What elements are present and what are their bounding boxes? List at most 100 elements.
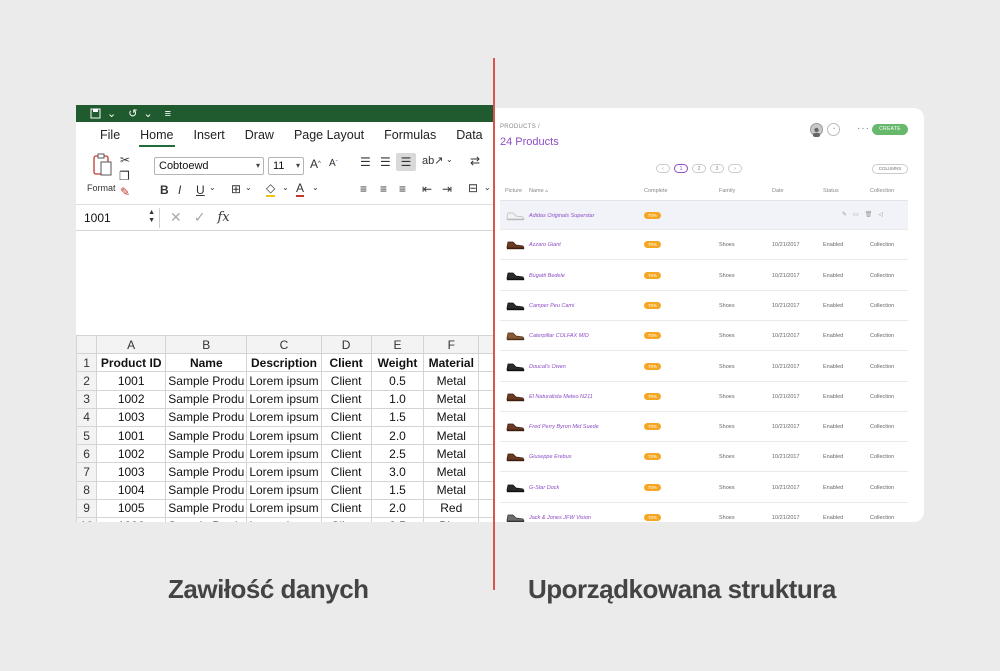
chevron-down-icon[interactable]: ⌄ [446, 155, 453, 164]
cell[interactable]: Description [246, 353, 322, 373]
table-row[interactable]: El Naturalista Meteo N211 70% Shoes 10/21/2… [500, 382, 908, 412]
folder-icon[interactable]: ▭ [853, 212, 865, 218]
format-painter-icon[interactable]: ✎ [120, 185, 130, 199]
avatar[interactable] [810, 123, 823, 137]
row-header[interactable]: 3 [76, 389, 98, 409]
font-size-select[interactable]: 11 ▾ [268, 157, 304, 175]
row-header[interactable]: 7 [76, 462, 98, 482]
cell[interactable]: Sample Produ [165, 425, 248, 446]
cancel-icon[interactable]: ✕ [170, 209, 182, 226]
cell[interactable] [478, 462, 494, 482]
column-status[interactable]: Status [823, 188, 839, 194]
column-header-d[interactable]: D [320, 334, 372, 355]
tab-data[interactable]: Data [446, 128, 492, 149]
chevron-down-icon[interactable]: ⌄ [107, 107, 116, 120]
decrease-indent-icon[interactable]: ⇤ [422, 182, 432, 196]
cell[interactable]: 1.5 [370, 407, 425, 427]
save-icon[interactable] [90, 108, 101, 119]
prev-page-icon[interactable]: ‹ [656, 164, 670, 173]
cell[interactable] [478, 516, 494, 522]
stepper-icon[interactable]: ▲ ▼ [148, 209, 155, 225]
cell[interactable]: Client [320, 407, 372, 427]
cell[interactable]: Metal [423, 407, 480, 427]
cell[interactable]: Lorem ipsum [246, 389, 322, 409]
tab-page-layout[interactable]: Page Layout [284, 128, 374, 149]
underline-icon[interactable]: U [196, 183, 205, 197]
cell[interactable]: 1005 [96, 498, 167, 518]
product-name-link[interactable]: Fred Perry Byron Mid Suede [529, 424, 599, 430]
cell[interactable]: 1.0 [370, 389, 425, 409]
more-options-icon[interactable]: ··· [857, 123, 870, 134]
cell[interactable]: Client [320, 425, 372, 446]
table-row[interactable]: Fred Perry Byron Mid Suede 70% Shoes 10/21/… [500, 412, 908, 443]
cell[interactable]: Weight [370, 353, 425, 373]
cell[interactable]: Client [320, 498, 372, 518]
cell[interactable]: Metal [423, 444, 480, 464]
row-header[interactable]: 4 [76, 407, 98, 427]
align-middle-icon[interactable]: ☰ [380, 155, 391, 169]
product-name-link[interactable]: Bugatti Bedele [529, 273, 565, 279]
cell[interactable]: 1001 [96, 371, 167, 391]
name-box[interactable]: 1001 ▲ ▼ [78, 207, 160, 228]
row-header[interactable]: 1 [76, 353, 98, 373]
product-name-link[interactable]: G-Star Dock [529, 485, 559, 491]
cell[interactable]: 2.5 [370, 516, 425, 522]
align-bottom-icon[interactable]: ☰ [396, 153, 416, 171]
cell[interactable]: Client [320, 462, 372, 482]
confirm-icon[interactable]: ✓ [194, 209, 206, 226]
cell[interactable]: Sample Produ [165, 407, 248, 427]
column-collection[interactable]: Collection [870, 188, 894, 194]
cell[interactable]: Metal [423, 425, 480, 446]
cell[interactable]: 1.5 [370, 480, 425, 500]
cell[interactable]: Client [320, 389, 372, 409]
cell[interactable]: Product ID [96, 353, 167, 373]
product-name-link[interactable]: Azzaro Giant [529, 242, 561, 248]
cell[interactable]: Lorem ipsum [246, 462, 322, 482]
cell[interactable]: Sample Produ [165, 516, 248, 522]
cell[interactable]: Lorem ipsum [246, 444, 322, 464]
cell[interactable] [478, 444, 494, 464]
edit-icon[interactable]: ✎ [842, 212, 853, 218]
cell[interactable]: Material [423, 353, 480, 373]
cell[interactable] [478, 425, 494, 446]
column-header-b[interactable]: B [165, 334, 248, 355]
font-name-select[interactable]: Cobtoewd ▾ [154, 157, 264, 175]
bold-icon[interactable]: B [160, 183, 169, 197]
cell[interactable]: Lorem ipsum [246, 498, 322, 518]
table-row[interactable]: Jack & Jones JFW Vision 70% Shoes 10/21/201… [500, 503, 908, 522]
paste-icon[interactable] [90, 153, 114, 177]
product-name-link[interactable]: Camper Peu Cami [529, 303, 574, 309]
cell[interactable]: Sample Produ [165, 480, 248, 500]
table-row[interactable]: Bugatti Bedele 70% Shoes 10/21/2017 Enabled C… [500, 261, 908, 291]
chevron-down-icon[interactable]: ⌄ [143, 107, 152, 120]
cell[interactable]: Lorem ipsum [246, 407, 322, 427]
product-name-link[interactable]: El Naturalista Meteo N211 [529, 394, 593, 400]
align-center-icon[interactable]: ≡ [380, 182, 387, 196]
orientation-icon[interactable]: ab↗ [422, 154, 443, 167]
cell[interactable]: Lorem ipsum [246, 425, 322, 446]
tab-file[interactable]: File [90, 128, 130, 149]
decrease-font-icon[interactable]: Aˇ [329, 158, 338, 169]
product-name-link[interactable]: Jack & Jones JFW Vision [529, 515, 591, 521]
product-name-link[interactable]: Giuseppe Erebus [529, 454, 572, 460]
cell[interactable]: 2.5 [370, 444, 425, 464]
wrap-text-icon[interactable]: ⇄ [470, 154, 480, 168]
row-header[interactable]: 8 [76, 480, 98, 500]
create-button[interactable]: CREATE [872, 124, 908, 135]
product-name-link[interactable]: Doucal's Owen [529, 364, 566, 370]
tab-home[interactable]: Home [130, 128, 183, 149]
cell[interactable] [478, 371, 494, 391]
format-label[interactable]: Format [87, 183, 116, 193]
tab-draw[interactable]: Draw [235, 128, 284, 149]
chevron-down-icon[interactable]: ⌄ [209, 183, 216, 192]
cell[interactable]: 0.5 [370, 371, 425, 391]
undo-icon[interactable]: ↺ [128, 107, 137, 120]
tab-formulas[interactable]: Formulas [374, 128, 446, 149]
increase-indent-icon[interactable]: ⇥ [442, 182, 452, 196]
cell[interactable]: Lorem ipsum [246, 480, 322, 500]
column-header-empty[interactable] [478, 334, 494, 355]
column-header-c[interactable]: C [246, 334, 322, 355]
cell[interactable]: Sample Produ [165, 462, 248, 482]
row-header[interactable]: 10 [76, 516, 98, 522]
cell[interactable]: Client [320, 371, 372, 391]
